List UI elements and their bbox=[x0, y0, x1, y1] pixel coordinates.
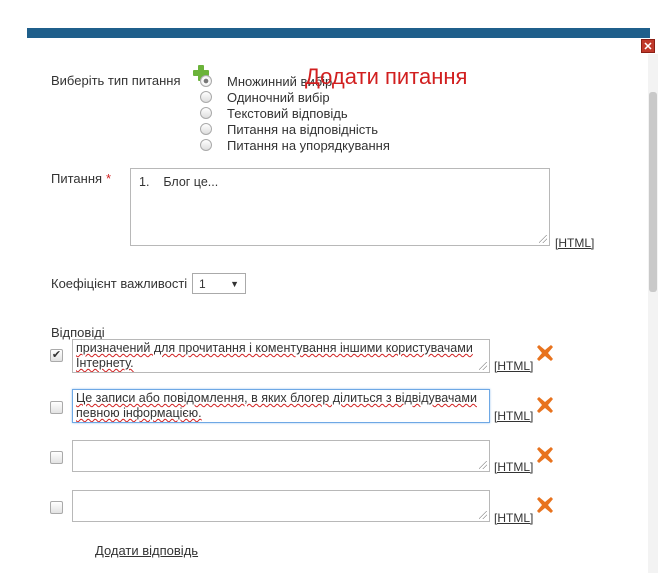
answer-2-delete-icon[interactable] bbox=[536, 396, 554, 414]
weight-label: Коефіцієнт важливості bbox=[51, 276, 188, 291]
add-answer-link[interactable]: Додати відповідь bbox=[95, 543, 198, 558]
weight-select[interactable]: 1 ▼ bbox=[192, 273, 246, 294]
answer-1-html-link[interactable]: [HTML] bbox=[494, 359, 533, 373]
answer-1-textarea[interactable]: призначений для прочитання і коментуванн… bbox=[72, 339, 490, 373]
answer-2-text: Це записи або повідомлення, в яких блоге… bbox=[76, 391, 477, 420]
question-html-link[interactable]: [HTML] bbox=[555, 236, 594, 250]
question-textarea[interactable]: 1. Блог це... bbox=[130, 168, 550, 246]
question-text: 1. Блог це... bbox=[139, 175, 219, 189]
dialog-header-bar bbox=[27, 28, 650, 38]
radio-ordering[interactable]: Питання на упорядкування bbox=[200, 137, 390, 153]
resize-handle[interactable] bbox=[479, 511, 487, 519]
radio-label: Питання на відповідність bbox=[227, 121, 378, 137]
answer-2-html-link[interactable]: [HTML] bbox=[494, 409, 533, 423]
answer-1-correct-checkbox[interactable]: ✔ bbox=[50, 349, 63, 362]
answer-1-text: призначений для прочитання і коментуванн… bbox=[76, 341, 473, 370]
radio-text-answer[interactable]: Текстовий відповідь bbox=[200, 105, 348, 121]
answers-label: Відповіді bbox=[51, 325, 105, 340]
radio-label: Одиночний вибір bbox=[227, 89, 330, 105]
answer-2-correct-checkbox[interactable] bbox=[50, 401, 63, 414]
question-label: Питання * bbox=[51, 171, 111, 186]
question-type-label: Виберіть тип питання bbox=[51, 73, 181, 88]
required-mark: * bbox=[106, 171, 112, 186]
radio-button[interactable] bbox=[200, 75, 212, 87]
radio-single-choice[interactable]: Одиночний вибір bbox=[200, 89, 330, 105]
answer-2-textarea[interactable]: Це записи або повідомлення, в яких блоге… bbox=[72, 389, 490, 423]
answer-4-textarea[interactable] bbox=[72, 490, 490, 522]
answer-4-html-link[interactable]: [HTML] bbox=[494, 511, 533, 525]
radio-button[interactable] bbox=[200, 123, 212, 135]
add-question-dialog: ✕ Виберіть тип питання Множинний вибір О… bbox=[0, 0, 668, 573]
answer-3-correct-checkbox[interactable] bbox=[50, 451, 63, 464]
dropdown-arrow-icon: ▼ bbox=[230, 278, 239, 289]
resize-handle[interactable] bbox=[479, 461, 487, 469]
answer-3-html-link[interactable]: [HTML] bbox=[494, 460, 533, 474]
radio-button[interactable] bbox=[200, 107, 212, 119]
answer-4-correct-checkbox[interactable] bbox=[50, 501, 63, 514]
resize-handle[interactable] bbox=[479, 362, 487, 370]
weight-value: 1 bbox=[199, 276, 206, 291]
scrollbar-thumb[interactable] bbox=[649, 92, 657, 292]
question-label-text: Питання bbox=[51, 171, 103, 186]
dialog-title: Додати питання bbox=[305, 64, 468, 89]
radio-matching[interactable]: Питання на відповідність bbox=[200, 121, 378, 137]
close-icon[interactable]: ✕ bbox=[641, 39, 655, 53]
radio-button[interactable] bbox=[200, 91, 212, 103]
answer-4-delete-icon[interactable] bbox=[536, 496, 554, 514]
answer-3-delete-icon[interactable] bbox=[536, 446, 554, 464]
answer-3-textarea[interactable] bbox=[72, 440, 490, 472]
radio-label: Питання на упорядкування bbox=[227, 137, 390, 153]
radio-button[interactable] bbox=[200, 139, 212, 151]
resize-handle[interactable] bbox=[539, 235, 547, 243]
radio-label: Текстовий відповідь bbox=[227, 105, 348, 121]
answer-1-delete-icon[interactable] bbox=[536, 344, 554, 362]
